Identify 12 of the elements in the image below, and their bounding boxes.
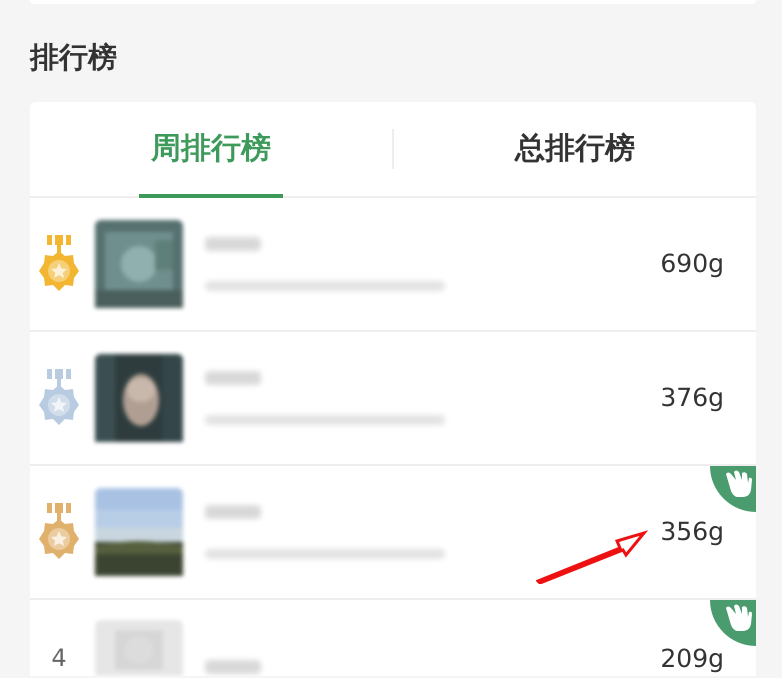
weight-value: 376g (660, 383, 724, 413)
weight-value: 209g (660, 644, 724, 674)
section-title: 排行榜 (30, 40, 117, 74)
rank-number: 4 (51, 644, 67, 672)
blurred-name (205, 505, 261, 519)
blurred-name (205, 371, 261, 385)
tab[interactable]: 周排行榜 (139, 102, 283, 198)
weight-value: 356g (660, 517, 724, 547)
blurred-name (205, 237, 261, 251)
tab[interactable]: 总排行榜 (503, 102, 647, 198)
blurred-name (205, 660, 261, 674)
weight-value: 690g (660, 249, 724, 279)
